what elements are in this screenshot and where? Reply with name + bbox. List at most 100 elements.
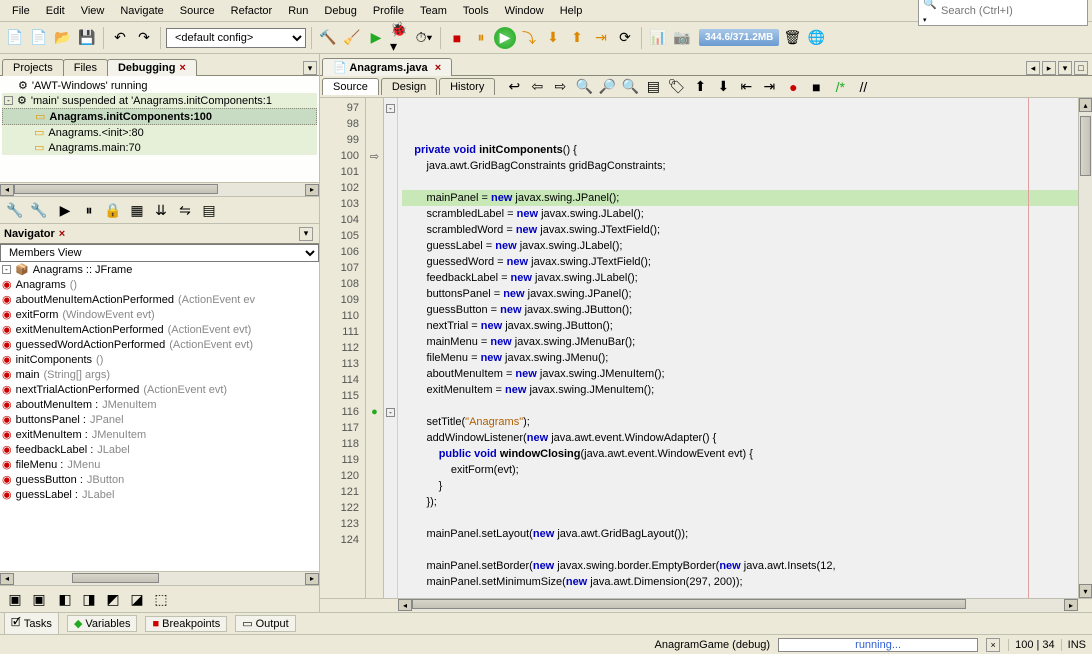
stop-process-button[interactable]: × <box>986 638 1000 652</box>
suspend-thread-button[interactable]: ⏸ <box>78 199 100 221</box>
step-over-button[interactable]: ⤵ <box>518 27 540 49</box>
tab-prev-button[interactable]: ◂ <box>1026 61 1040 75</box>
nav-sort1-button[interactable]: ◧ <box>54 588 76 610</box>
menu-source[interactable]: Source <box>172 3 223 19</box>
search-input[interactable] <box>941 5 1083 17</box>
pause-button[interactable]: ⏸ <box>470 27 492 49</box>
ed-find-sel-button[interactable]: 🔍 <box>573 76 595 98</box>
collapse-icon[interactable]: - <box>2 265 11 274</box>
new-file-button[interactable]: 📄 <box>4 27 26 49</box>
save-all-button[interactable]: 💾 <box>76 27 98 49</box>
nav-member[interactable]: ◉guessButton : JButton <box>0 472 319 487</box>
tab-next-button[interactable]: ▸ <box>1042 61 1056 75</box>
nav-member[interactable]: ◉main(String[] args) <box>0 367 319 382</box>
nav-sort5-button[interactable]: ⬚ <box>150 588 172 610</box>
tab-projects[interactable]: Projects <box>2 59 64 76</box>
code-text[interactable]: private void initComponents() { java.awt… <box>398 98 1078 598</box>
tab-list-button[interactable]: ▾ <box>1058 61 1072 75</box>
continue-button[interactable]: ▶ <box>494 27 516 49</box>
take-heapdump-button[interactable]: 📷 <box>671 27 693 49</box>
tab-files[interactable]: Files <box>63 59 108 76</box>
menu-navigate[interactable]: Navigate <box>112 3 171 19</box>
profile-button[interactable]: ⏱▾ <box>413 27 435 49</box>
stop-button[interactable]: ■ <box>446 27 468 49</box>
scroll-down-button[interactable]: ▾ <box>1079 584 1092 598</box>
nav-sort3-button[interactable]: ◩ <box>102 588 124 610</box>
fold-gutter[interactable]: -- <box>384 98 398 598</box>
sessions-button[interactable]: 🔧 <box>28 199 50 221</box>
nav-member[interactable]: ◉exitMenuItem : JMenuItem <box>0 427 319 442</box>
take-snapshot-button[interactable]: 📊 <box>647 27 669 49</box>
menu-team[interactable]: Team <box>412 3 455 19</box>
show-monitors-button[interactable]: ⇊ <box>150 199 172 221</box>
close-icon[interactable]: × <box>179 62 185 74</box>
ed-toggle-bookmark-button[interactable]: 🏷 <box>665 76 687 98</box>
ide-log-button[interactable]: 🌐 <box>805 27 827 49</box>
ed-macro-stop-button[interactable]: ■ <box>805 76 827 98</box>
config-select[interactable]: <default config> <box>166 28 306 48</box>
run-to-cursor-button[interactable]: ⇥ <box>590 27 612 49</box>
debug-button[interactable]: 🐞▾ <box>389 27 411 49</box>
ed-prev-bookmark-button[interactable]: ⬆ <box>689 76 711 98</box>
scroll-up-button[interactable]: ▴ <box>1079 98 1092 112</box>
code-editor[interactable]: 9798991001011021031041051061071081091101… <box>320 98 1092 598</box>
nav-member[interactable]: ◉Anagrams() <box>0 277 319 292</box>
menu-tools[interactable]: Tools <box>455 3 497 19</box>
nav-filter2-button[interactable]: ▣ <box>28 588 50 610</box>
bottom-tab-breakpoints[interactable]: ■Breakpoints <box>145 616 227 632</box>
ed-next-bookmark-button[interactable]: ⬇ <box>712 76 734 98</box>
ed-uncomment-button[interactable]: // <box>852 76 874 98</box>
gc-button[interactable]: 🗑 <box>781 27 803 49</box>
nav-hscroll[interactable]: ◂ ▸ <box>0 571 319 585</box>
ed-comment-button[interactable]: /* <box>829 76 851 98</box>
nav-member[interactable]: ◉guessLabel : JLabel <box>0 487 319 502</box>
scroll-right-button[interactable]: ▸ <box>305 573 319 585</box>
nav-class-root[interactable]: -📦Anagrams :: JFrame <box>0 262 319 277</box>
nav-member[interactable]: ◉aboutMenuItem : JMenuItem <box>0 397 319 412</box>
stack-frame[interactable]: ▭Anagrams.main:70 <box>2 140 317 155</box>
new-watch-button[interactable]: 🔧 <box>4 199 26 221</box>
menu-profile[interactable]: Profile <box>365 3 412 19</box>
menu-debug[interactable]: Debug <box>316 3 364 19</box>
bottom-tab-output[interactable]: ▭Output <box>235 615 295 632</box>
show-suspend-button[interactable]: ▤ <box>198 199 220 221</box>
scroll-thumb[interactable] <box>1080 116 1091 176</box>
minimize-button[interactable]: ▾ <box>299 227 313 241</box>
memory-indicator[interactable]: 344.6/371.2MB <box>699 29 779 46</box>
ed-find-next-button[interactable]: 🔍 <box>619 76 641 98</box>
ed-back-button[interactable]: ⇦ <box>526 76 548 98</box>
menu-run[interactable]: Run <box>280 3 316 19</box>
subtab-history[interactable]: History <box>439 78 495 95</box>
nav-member[interactable]: ◉fileMenu : JMenu <box>0 457 319 472</box>
redo-button[interactable]: ↷ <box>133 27 155 49</box>
bottom-tab-tasks[interactable]: 🗹Tasks <box>4 612 59 635</box>
undo-button[interactable]: ↶ <box>109 27 131 49</box>
collapse-icon[interactable]: - <box>4 96 13 105</box>
nav-member[interactable]: ◉nextTrialActionPerformed(ActionEvent ev… <box>0 382 319 397</box>
hscroll[interactable]: ◂ ▸ <box>0 182 319 196</box>
bottom-tab-variables[interactable]: ◆Variables <box>67 615 138 632</box>
menu-edit[interactable]: Edit <box>38 3 73 19</box>
subtab-design[interactable]: Design <box>381 78 437 95</box>
ed-fwd-button[interactable]: ⇨ <box>549 76 571 98</box>
glyph-gutter[interactable]: ⇨● <box>366 98 384 598</box>
stack-frame-current[interactable]: ▭Anagrams.initComponents:100 <box>2 108 317 125</box>
ed-last-edit-button[interactable]: ↩ <box>503 76 525 98</box>
vscroll[interactable]: ▴ ▾ <box>1078 98 1092 598</box>
nav-sort4-button[interactable]: ◪ <box>126 588 148 610</box>
show-qualified-button[interactable]: ⇋ <box>174 199 196 221</box>
nav-member[interactable]: ◉feedbackLabel : JLabel <box>0 442 319 457</box>
build-button[interactable]: 🔨 <box>317 27 339 49</box>
stack-frame[interactable]: ▭Anagrams.<init>:80 <box>2 125 317 140</box>
nav-member[interactable]: ◉exitMenuItemActionPerformed(ActionEvent… <box>0 322 319 337</box>
scroll-right-button[interactable]: ▸ <box>1064 599 1078 611</box>
menu-refactor[interactable]: Refactor <box>223 3 281 19</box>
thread-row[interactable]: ⚙'AWT-Windows' running <box>2 78 317 93</box>
apply-code-changes-button[interactable]: ⟳ <box>614 27 636 49</box>
open-button[interactable]: 📂 <box>52 27 74 49</box>
tab-debugging[interactable]: Debugging× <box>107 59 197 76</box>
nav-member[interactable]: ◉aboutMenuItemActionPerformed(ActionEven… <box>0 292 319 307</box>
new-project-button[interactable]: 📄 <box>28 27 50 49</box>
scroll-left-button[interactable]: ◂ <box>398 599 412 611</box>
editor-hscroll[interactable]: ◂ ▸ <box>320 598 1092 612</box>
